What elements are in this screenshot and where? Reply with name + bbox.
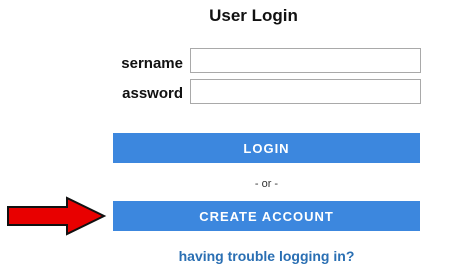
- login-button[interactable]: LOGIN: [113, 133, 420, 163]
- create-account-button[interactable]: CREATE ACCOUNT: [113, 201, 420, 231]
- password-label: assword: [122, 85, 183, 102]
- trouble-logging-in-link[interactable]: having trouble logging in?: [113, 248, 420, 264]
- red-arrow-icon: [7, 196, 107, 236]
- password-input[interactable]: [190, 79, 421, 104]
- or-separator: - or -: [254, 178, 279, 190]
- username-label: sername: [121, 55, 183, 72]
- username-input[interactable]: [190, 48, 421, 73]
- login-page: User Login sername assword LOGIN - or - …: [0, 0, 461, 269]
- page-title: User Login: [209, 6, 298, 25]
